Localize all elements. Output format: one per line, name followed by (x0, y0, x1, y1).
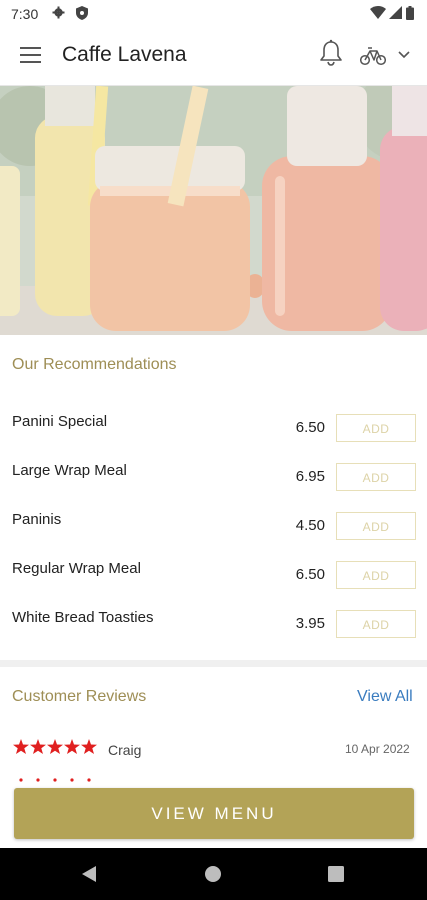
app-title: Caffe Lavena (62, 43, 187, 66)
reviewer-name: Craig (108, 742, 142, 758)
item-price: 4.50 (295, 517, 325, 534)
smoothie-bottles-image (0, 86, 427, 335)
settings-gear-icon (52, 6, 65, 19)
item-price: 6.50 (295, 419, 325, 436)
status-bar: 7:30 (0, 0, 427, 28)
star-icon (64, 739, 80, 754)
battery-icon (406, 6, 414, 20)
item-name: Regular Wrap Meal (12, 560, 141, 577)
star-icon (47, 739, 63, 754)
review-date: 10 Apr 2022 (345, 742, 410, 756)
home-icon[interactable] (204, 865, 222, 883)
signal-icon (389, 6, 402, 19)
app-bar: Caffe Lavena (0, 28, 427, 86)
add-button[interactable]: ADD (336, 512, 416, 540)
delivery-bike-icon[interactable] (360, 46, 386, 66)
add-button[interactable]: ADD (336, 463, 416, 491)
item-price: 3.95 (295, 615, 325, 632)
section-divider (0, 660, 427, 667)
item-name: White Bread Toasties (12, 609, 154, 626)
recommendation-item: Panini Special 6.50 ADD (0, 413, 427, 444)
view-all-link[interactable]: View All (357, 688, 413, 706)
rating-stars (13, 739, 97, 754)
recommendation-item: White Bread Toasties 3.95 ADD (0, 609, 427, 640)
menu-icon[interactable] (20, 47, 42, 65)
item-name: Paninis (12, 511, 62, 528)
item-price: 6.95 (295, 468, 325, 485)
item-name: Panini Special (12, 413, 108, 430)
add-button[interactable]: ADD (336, 561, 416, 589)
shield-icon (76, 6, 88, 20)
reviews-title: Customer Reviews (12, 688, 147, 705)
recommendations-title: Our Recommendations (12, 356, 177, 373)
recommendation-item: Paninis 4.50 ADD (0, 511, 427, 542)
next-review-stars (19, 778, 91, 782)
add-button[interactable]: ADD (336, 414, 416, 442)
back-icon[interactable] (80, 865, 98, 883)
recommendation-item: Regular Wrap Meal 6.50 ADD (0, 560, 427, 591)
view-menu-button[interactable]: VIEW MENU (14, 788, 414, 839)
star-icon (13, 739, 29, 754)
notification-bell-icon[interactable] (318, 39, 344, 67)
wifi-icon (370, 6, 386, 19)
hero-image (0, 86, 427, 335)
item-name: Large Wrap Meal (12, 462, 127, 479)
star-icon (81, 739, 97, 754)
chevron-down-icon[interactable] (397, 50, 411, 60)
add-button[interactable]: ADD (336, 610, 416, 638)
star-icon (30, 739, 46, 754)
item-price: 6.50 (295, 566, 325, 583)
status-time: 7:30 (11, 6, 39, 22)
system-nav-bar (0, 848, 427, 900)
recommendation-item: Large Wrap Meal 6.95 ADD (0, 462, 427, 493)
recents-icon[interactable] (328, 866, 344, 882)
